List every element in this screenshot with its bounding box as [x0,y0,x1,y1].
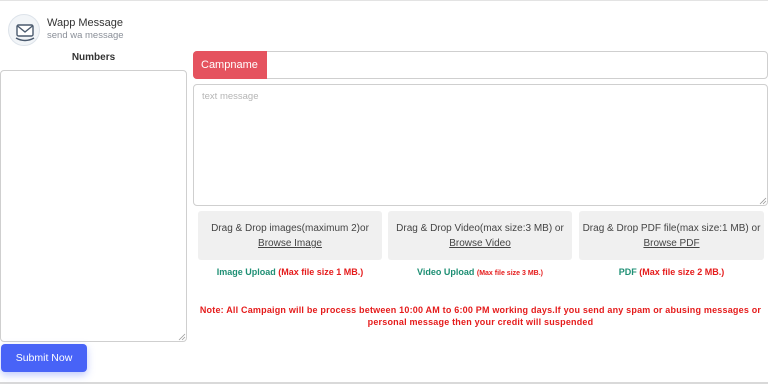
pdf-upload-limit: (Max file size 2 MB.) [639,267,725,277]
image-upload-limit: (Max file size 1 MB.) [278,267,364,277]
image-dropzone[interactable]: Drag & Drop images(maximum 2)or Browse I… [198,211,382,260]
message-placeholder: text message [202,91,259,102]
video-upload-caption: Video Upload (Max file size 3 MB.) [388,267,572,277]
image-drop-text: Drag & Drop images(maximum 2)or [211,223,369,234]
video-upload-limit: (Max file size 3 MB.) [476,270,543,277]
brand-subtitle: send wa message [47,30,124,41]
numbers-textarea[interactable] [0,70,187,342]
browse-pdf-link[interactable]: Browse PDF [643,238,699,249]
video-dropzone[interactable]: Drag & Drop Video(max size:3 MB) or Brow… [388,211,572,260]
message-textarea[interactable]: text message [193,84,768,206]
envelope-chat-icon [8,14,40,46]
pdf-upload-type: PDF [618,267,637,277]
submit-button[interactable]: Submit Now [1,344,87,372]
video-drop-text: Drag & Drop Video(max size:3 MB) or [396,223,564,234]
resize-grip-icon[interactable] [759,197,767,205]
browse-video-link[interactable]: Browse Video [449,238,511,249]
pdf-upload-caption: PDF (Max file size 2 MB.) [579,267,764,277]
pdf-drop-text: Drag & Drop PDF file(max size:1 MB) or [582,223,761,234]
pdf-dropzone[interactable]: Drag & Drop PDF file(max size:1 MB) or B… [579,211,764,260]
resize-grip-icon[interactable] [178,333,186,341]
video-upload-type: Video Upload [417,267,475,277]
image-upload-caption: Image Upload (Max file size 1 MB.) [198,267,382,277]
image-upload-type: Image Upload [216,267,276,277]
brand-title: Wapp Message [47,17,124,29]
campname-label: Campname [193,51,267,79]
campname-input[interactable] [193,51,768,79]
browse-image-link[interactable]: Browse Image [258,238,322,249]
numbers-label: Numbers [71,52,116,63]
campaign-note: Note: All Campaign will be process betwe… [199,305,762,327]
